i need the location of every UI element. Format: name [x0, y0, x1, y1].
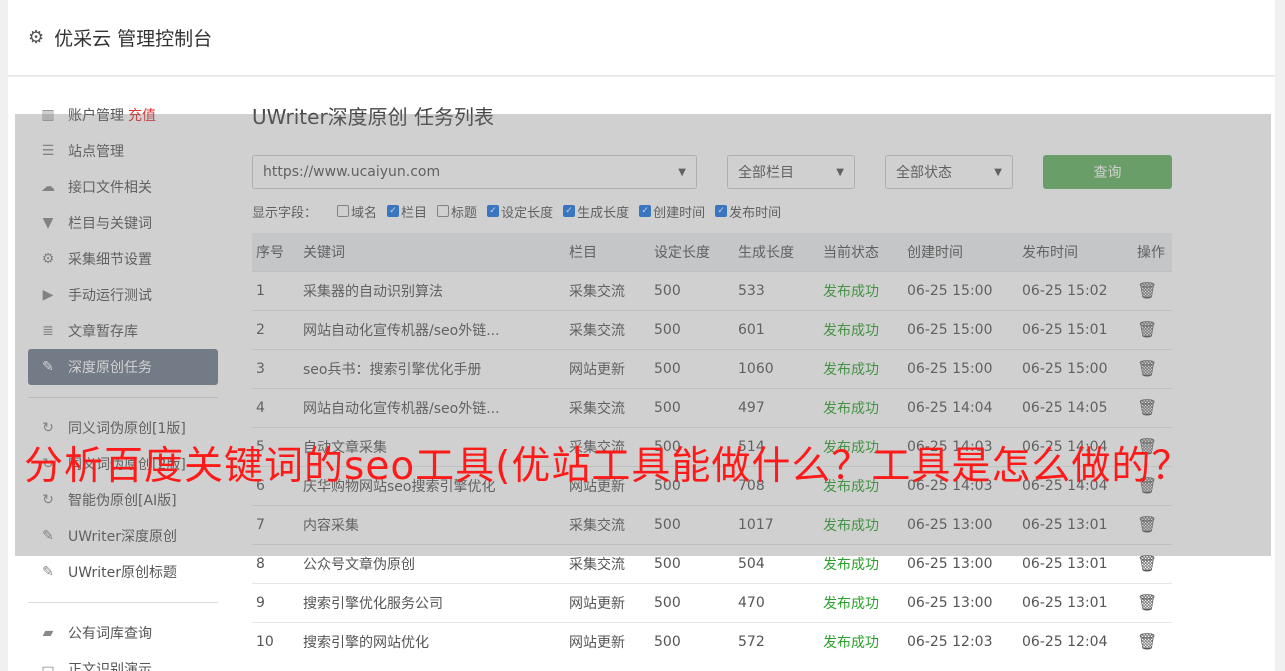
gear-icon: ⚙ [28, 27, 45, 48]
table-cell: 🗑 [1133, 621, 1172, 661]
trash-icon[interactable]: 🗑 [1137, 554, 1157, 573]
table-cell: 9 [252, 582, 299, 622]
sidebar-item-text-recognition[interactable]: ▭ 正文识别演示 [28, 651, 218, 671]
table-cell: 网站更新 [565, 582, 650, 622]
edit-icon: ✎ [42, 564, 54, 580]
sidebar-item-uwriter-title[interactable]: ✎ UWriter原创标题 [28, 554, 218, 590]
sidebar-divider [28, 602, 218, 603]
trash-icon[interactable]: 🗑 [1137, 593, 1157, 612]
table-cell: 572 [734, 621, 819, 661]
monitor-icon: ▭ [41, 661, 55, 671]
table-cell: 发布成功 [819, 582, 903, 622]
table-cell: 搜索引擎优化服务公司 [299, 582, 565, 622]
table-cell: 500 [650, 621, 734, 661]
trash-icon[interactable]: 🗑 [1137, 632, 1157, 651]
sidebar-item-public-dict[interactable]: ▰ 公有词库查询 [28, 615, 218, 651]
table-cell: 搜索引擎的网站优化 [299, 621, 565, 661]
banner-text: 分析百度关键词的seo工具(优站工具能做什么？工具是怎么做的？ [24, 444, 1192, 489]
table-cell: 06-25 12:03 [903, 621, 1018, 661]
top-bar: ⚙ 优采云 管理控制台 [8, 0, 1275, 76]
table-cell: 10 [252, 621, 299, 661]
table-cell: 500 [650, 582, 734, 622]
table-cell: 网站更新 [565, 621, 650, 661]
book-icon: ▰ [42, 625, 54, 641]
table-cell: 470 [734, 582, 819, 622]
table-cell: 🗑 [1133, 582, 1172, 622]
table-row: 9 搜索引擎优化服务公司 网站更新 500 470 发布成功 06-25 13:00 06-2… [252, 582, 1172, 622]
table-cell: 06-25 13:00 [903, 582, 1018, 622]
table-row: 10 搜索引擎的网站优化 网站更新 500 572 发布成功 06-25 12:03 06-2… [252, 621, 1172, 661]
table-cell: 06-25 13:01 [1018, 582, 1133, 622]
table-cell: 发布成功 [819, 621, 903, 661]
table-cell: 06-25 12:04 [1018, 621, 1133, 661]
app-title: 优采云 管理控制台 [54, 28, 213, 50]
